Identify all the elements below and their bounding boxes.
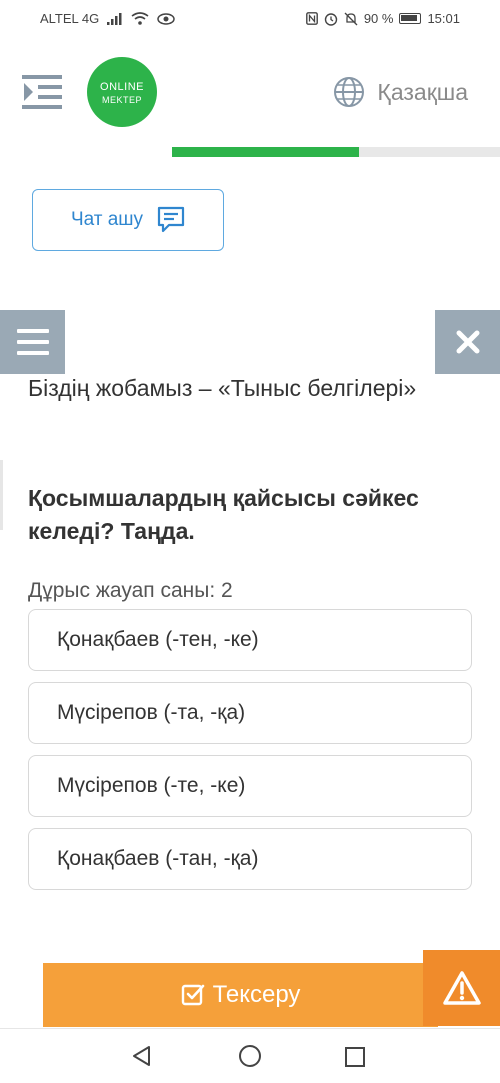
menu-collapse-icon (22, 75, 62, 109)
globe-icon (334, 77, 365, 107)
nav-back-button[interactable] (130, 1044, 154, 1073)
hamburger-icon (16, 329, 49, 355)
check-answer-button[interactable]: Тексеру (43, 963, 438, 1027)
answer-option-1[interactable]: Қонақбаев (-тен, -ке) (28, 609, 472, 671)
signal-icon (107, 12, 122, 25)
app-header: ONLINE MEKTEP Қазақша (0, 50, 500, 150)
logo-text-top: ONLINE (100, 81, 144, 93)
check-button-label: Тексеру (212, 981, 301, 1008)
answer-options: Қонақбаев (-тен, -ке) Мүсірепов (-та, -қ… (28, 609, 472, 901)
language-selector[interactable]: Қазақша (333, 76, 468, 108)
status-bar: ALTEL 4G 90 % 15:01 (0, 0, 500, 38)
status-left: ALTEL 4G (40, 11, 175, 26)
status-right: 90 % 15:01 (305, 11, 460, 26)
chat-button-label: Чат ашу (70, 209, 144, 230)
battery-percent: 90 % (363, 11, 394, 26)
battery-icon (399, 13, 422, 24)
checkbox-check-icon (181, 984, 204, 1006)
back-triangle-icon (133, 1046, 150, 1066)
answer-option-4[interactable]: Қонақбаев (-тан, -қа) (28, 828, 472, 890)
task-list-button[interactable] (0, 310, 65, 374)
nav-recents-button[interactable] (344, 1046, 366, 1073)
chat-bubble-icon (157, 206, 185, 233)
alarm-icon (324, 12, 338, 26)
close-button[interactable] (435, 310, 500, 374)
answer-option-2[interactable]: Мүсірепов (-та, -қа) (28, 682, 472, 744)
nav-home-button[interactable] (238, 1044, 262, 1073)
nfc-icon (305, 12, 318, 25)
warning-icon (442, 971, 481, 1005)
mute-bell-icon (344, 12, 358, 25)
question-divider (0, 460, 3, 530)
recents-square-icon (345, 1047, 365, 1067)
logo-text-bottom: MEKTEP (101, 95, 142, 105)
correct-answer-count: Дұрыс жауап саны: 2 (28, 579, 233, 602)
wifi-icon (131, 12, 149, 25)
system-nav-bar (0, 1028, 500, 1083)
language-label: Қазақша (377, 78, 468, 105)
carrier-label: ALTEL 4G (40, 11, 100, 26)
clock: 15:01 (427, 11, 460, 26)
close-icon (456, 330, 479, 354)
open-chat-button[interactable]: Чат ашу (32, 189, 224, 251)
question-text: Қосымшалардың қайсысы сәйкес келеді? Таң… (28, 485, 419, 544)
progress-fill (172, 147, 359, 157)
menu-toggle-button[interactable] (22, 72, 64, 112)
eye-icon (157, 12, 175, 25)
progress-track (172, 147, 500, 157)
home-circle-icon (239, 1045, 261, 1067)
online-mektep-logo[interactable]: ONLINE MEKTEP (87, 57, 157, 127)
report-problem-button[interactable] (423, 950, 500, 1026)
answer-option-3[interactable]: Мүсірепов (-те, -ке) (28, 755, 472, 817)
project-title: Біздің жобамыз – «Тыныс белгілері» (28, 375, 417, 401)
